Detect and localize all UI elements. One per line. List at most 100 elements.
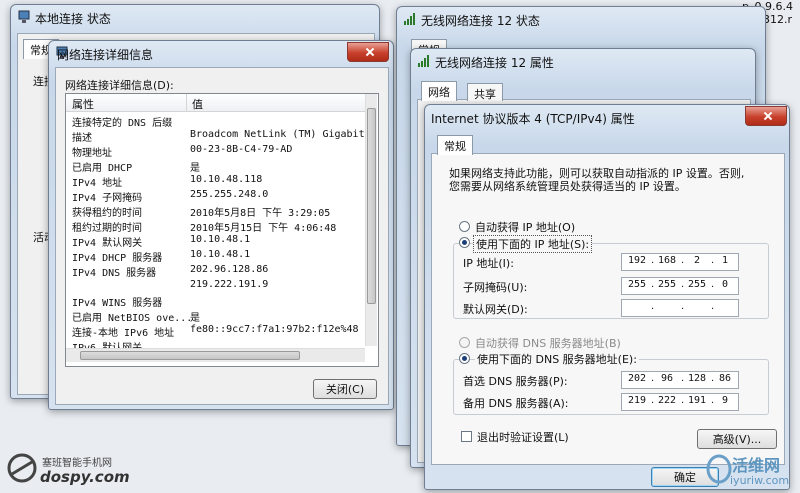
column-header-property[interactable]: 属性 (72, 96, 94, 112)
ip-dot: . (681, 301, 685, 312)
auto-ip-label[interactable]: 自动获得 IP 地址(O) (475, 219, 575, 235)
tab-network[interactable]: 网络 (421, 81, 457, 101)
ip-segment[interactable]: 168 (653, 255, 681, 266)
table-row[interactable]: IPv4 DNS 服务器 202.96.128.86 (66, 264, 366, 279)
alternate-dns-field[interactable]: 219. 222. 191. 9 (621, 393, 739, 411)
auto-ip-radio[interactable] (459, 221, 470, 232)
table-row[interactable]: IPv4 默认网关 10.10.48.1 (66, 234, 366, 249)
ipv4-title: Internet 协议版本 4 (TCP/IPv4) 属性 (431, 112, 635, 126)
preferred-dns-field[interactable]: 202. 96. 128. 86 (621, 371, 739, 389)
advanced-button[interactable]: 高级(V)... (697, 429, 777, 449)
ip-segment[interactable]: 0 (713, 279, 737, 290)
network-icon (18, 10, 30, 23)
value-cell: 219.222.191.9 (190, 279, 269, 290)
validate-label[interactable]: 退出时验证设置(L) (477, 429, 569, 445)
table-row[interactable]: 租约过期的时间 2010年5月15日 下午 4:06:48 (66, 219, 366, 234)
close-button[interactable]: 关闭(C) (313, 379, 377, 399)
ip-segment[interactable]: 128 (683, 373, 711, 384)
subnet-mask-label: 子网掩码(U): (463, 281, 528, 294)
local-status-title: 本地连接 状态 (35, 12, 111, 26)
table-row[interactable]: 描述 Broadcom NetLink (TM) Gigabit (66, 129, 366, 144)
local-status-titlebar[interactable]: 本地连接 状态 (11, 5, 379, 29)
details-window: 网络连接详细信息 网络连接详细信息(D): 属性 值 连接特定的 DNS 后缀描… (48, 40, 394, 410)
ip-segment[interactable]: 192 (623, 255, 651, 266)
ipv4-titlebar[interactable]: Internet 协议版本 4 (TCP/IPv4) 属性 (425, 105, 789, 129)
table-row[interactable]: 物理地址 00-23-8B-C4-79-AD (66, 144, 366, 159)
ip-segment[interactable]: 9 (713, 395, 737, 406)
subnet-mask-field[interactable]: 255. 255. 255. 0 (621, 277, 739, 295)
vertical-scrollbar[interactable] (365, 94, 377, 346)
table-row[interactable]: 连接特定的 DNS 后缀 (66, 114, 366, 129)
ip-segment[interactable]: 2 (683, 255, 711, 266)
ip-segment[interactable]: 255 (683, 279, 711, 290)
table-row[interactable]: IPv4 DHCP 服务器 10.10.48.1 (66, 249, 366, 264)
property-cell: IPv4 WINS 服务器 (72, 298, 163, 309)
property-cell: IPv4 子网掩码 (72, 193, 143, 204)
watermark-left: 塞班智能手机网 dospy.com (6, 448, 156, 490)
wireless-status-titlebar[interactable]: 无线网络连接 12 状态 (397, 7, 765, 31)
value-cell: fe80::9cc7:f7a1:97b2:f12e%48 (190, 324, 359, 335)
ip-segment[interactable]: 1 (713, 255, 737, 266)
column-divider (186, 94, 187, 112)
table-row[interactable]: 已启用 NetBIOS ove... 是 (66, 309, 366, 324)
watermark-left-cn: 塞班智能手机网 (42, 458, 112, 469)
table-row[interactable]: IPv4 地址 10.10.48.118 (66, 174, 366, 189)
property-cell: 连接-本地 IPv6 地址 (72, 328, 175, 339)
value-cell: 10.10.48.118 (190, 174, 263, 185)
ip-segment[interactable]: 255 (653, 279, 681, 290)
ip-segment[interactable]: 96 (653, 373, 681, 384)
manual-ip-label[interactable]: 使用下面的 IP 地址(S): (473, 235, 593, 253)
gateway-field[interactable]: . . . (621, 299, 739, 317)
property-cell: IPv4 DNS 服务器 (72, 268, 157, 279)
close-icon[interactable] (745, 106, 787, 126)
horizontal-scrollbar[interactable] (66, 348, 365, 362)
ip-segment[interactable]: 191 (683, 395, 711, 406)
description-line: 如果网络支持此功能，则可以获取自动指派的 IP 设置。否则, (449, 167, 745, 180)
watermark-right-cn: 活维网 (732, 456, 781, 475)
details-titlebar[interactable]: 网络连接详细信息 (49, 41, 393, 65)
scroll-thumb[interactable] (367, 108, 376, 304)
table-row[interactable]: 获得租约的时间 2010年5月8日 下午 3:29:05 (66, 204, 366, 219)
watermark-right-text: iyuriw.com (730, 474, 790, 487)
table-row[interactable]: 219.222.191.9 (66, 279, 366, 294)
ip-segment[interactable]: 222 (653, 395, 681, 406)
table-row[interactable]: 连接-本地 IPv6 地址 fe80::9cc7:f7a1:97b2:f12e%4… (66, 324, 366, 339)
table-row[interactable]: IPv4 子网掩码 255.255.248.0 (66, 189, 366, 204)
watermark-right: 活维网 iyuriw.com (706, 452, 800, 492)
details-list-label: 网络连接详细信息(D): (65, 79, 174, 92)
tab-general[interactable]: 常规 (437, 135, 473, 155)
manual-ip-radio[interactable] (459, 237, 470, 248)
ip-segment[interactable]: 255 (623, 279, 651, 290)
property-cell: IPv4 DHCP 服务器 (72, 253, 163, 264)
property-cell: 连接特定的 DNS 后缀 (72, 118, 173, 129)
ip-address-field[interactable]: 192. 168. 2. 1 (621, 253, 739, 271)
column-header-value[interactable]: 值 (192, 96, 203, 112)
table-row[interactable]: IPv4 WINS 服务器 (66, 294, 366, 309)
ip-dot: . (651, 301, 655, 312)
value-cell: 是 (190, 163, 200, 174)
property-cell: 获得租约的时间 (72, 208, 142, 219)
details-list[interactable]: 属性 值 连接特定的 DNS 后缀 描述 Broadcom NetLink (TM)… (65, 93, 379, 367)
ip-segment[interactable]: 202 (623, 373, 651, 384)
tab-sharing[interactable]: 共享 (467, 83, 503, 101)
auto-dns-radio[interactable] (459, 337, 470, 348)
manual-dns-radio[interactable] (459, 353, 470, 364)
scroll-thumb-h[interactable] (80, 351, 300, 360)
value-cell: 2010年5月15日 下午 4:06:48 (190, 223, 337, 234)
value-cell: 202.96.128.86 (190, 264, 269, 275)
manual-dns-label[interactable]: 使用下面的 DNS 服务器地址(E): (475, 351, 639, 367)
table-row[interactable]: 已启用 DHCP 是 (66, 159, 366, 174)
property-cell: 租约过期的时间 (72, 223, 142, 234)
value-cell: 是 (190, 313, 200, 324)
gateway-label: 默认网关(D): (463, 303, 528, 316)
value-cell: 10.10.48.1 (190, 234, 251, 245)
ip-segment[interactable]: 219 (623, 395, 651, 406)
auto-dns-label[interactable]: 自动获得 DNS 服务器地址(B) (475, 335, 621, 351)
details-rows: 连接特定的 DNS 后缀 描述 Broadcom NetLink (TM) Giga… (66, 114, 366, 354)
value-cell: Broadcom NetLink (TM) Gigabit (190, 129, 365, 140)
wireless-props-titlebar[interactable]: 无线网络连接 12 属性 (411, 49, 755, 73)
validate-checkbox[interactable] (461, 431, 472, 442)
close-icon[interactable] (347, 42, 389, 62)
ip-segment[interactable]: 86 (713, 373, 737, 384)
watermark-globe-icon (706, 454, 732, 484)
